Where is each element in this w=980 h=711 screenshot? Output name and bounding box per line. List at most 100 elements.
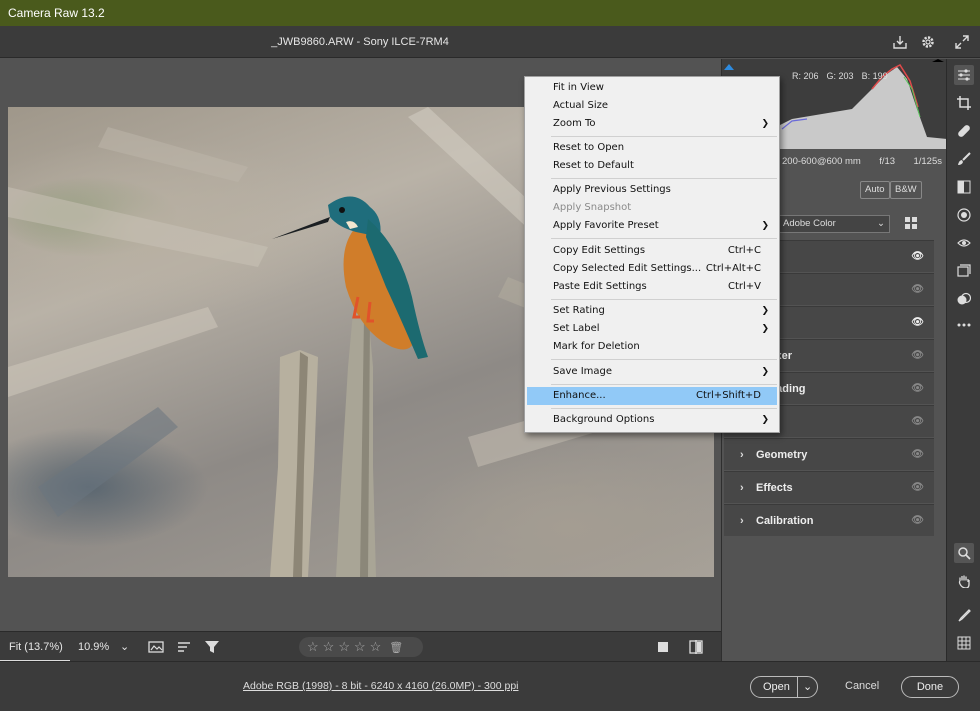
stop-icon[interactable] bbox=[654, 638, 672, 656]
section-label: Calibration bbox=[756, 515, 814, 527]
menu-item-label: Enhance... bbox=[553, 390, 606, 401]
menu-item-fit-in-view[interactable]: Fit in View bbox=[527, 79, 777, 97]
gear-icon[interactable] bbox=[919, 33, 937, 51]
image-compare-icon[interactable] bbox=[147, 638, 165, 656]
download-icon[interactable] bbox=[891, 33, 909, 51]
footer-bar: Adobe RGB (1998) - 8 bit - 6240 x 4160 (… bbox=[0, 661, 980, 711]
eye-icon[interactable]: 👁 bbox=[911, 307, 924, 339]
menu-item-set-rating[interactable]: Set Rating ❯ bbox=[527, 302, 777, 320]
crop-icon[interactable] bbox=[954, 93, 974, 113]
eye-icon[interactable]: 👁 bbox=[911, 472, 924, 504]
chevron-down-icon: ⌄ bbox=[120, 641, 130, 653]
menu-item-label: Reset to Open bbox=[553, 142, 625, 153]
menu-item-background-options[interactable]: Background Options ❯ bbox=[527, 411, 777, 429]
menu-item-label: Set Rating bbox=[553, 305, 605, 316]
panel-section-geometry[interactable]: › Geometry 👁 bbox=[724, 438, 934, 470]
star-icon[interactable]: ☆ bbox=[338, 639, 350, 655]
auto-button[interactable]: Auto bbox=[860, 181, 890, 199]
menu-item-label: Copy Selected Edit Settings... bbox=[553, 263, 702, 274]
more-icon[interactable] bbox=[954, 315, 974, 335]
menu-item-label: Reset to Default bbox=[553, 160, 634, 171]
chevron-right-icon: ❯ bbox=[761, 119, 769, 129]
done-button[interactable]: Done bbox=[901, 676, 959, 698]
star-icon[interactable]: ☆ bbox=[370, 639, 382, 655]
menu-item-copy-edit-settings[interactable]: Copy Edit Settings Ctrl+C bbox=[527, 242, 777, 260]
before-after-icon[interactable] bbox=[687, 638, 705, 656]
file-name: _JWB9860.ARW - Sony ILCE-7RM4 bbox=[271, 36, 449, 48]
healing-brush-icon[interactable] bbox=[954, 121, 974, 141]
menu-item-apply-snapshot: Apply Snapshot bbox=[527, 199, 777, 217]
menu-item-actual-size[interactable]: Actual Size bbox=[527, 97, 777, 115]
rating-stars[interactable]: ☆ ☆ ☆ ☆ ☆ 🗑 bbox=[299, 637, 423, 657]
eye-icon[interactable]: 👁 bbox=[911, 340, 924, 372]
panel-section-calibration[interactable]: › Calibration 👁 bbox=[724, 504, 934, 536]
trash-icon[interactable]: 🗑 bbox=[389, 641, 403, 654]
menu-item-set-label[interactable]: Set Label ❯ bbox=[527, 320, 777, 338]
chevron-right-icon: › bbox=[740, 482, 744, 494]
eye-icon[interactable]: 👁 bbox=[911, 406, 924, 438]
chevron-right-icon: ❯ bbox=[761, 367, 769, 377]
open-button[interactable]: Open ⌄ bbox=[750, 676, 818, 698]
menu-item-mark-for-deletion[interactable]: Mark for Deletion bbox=[527, 338, 777, 356]
menu-item-paste-edit-settings[interactable]: Paste Edit Settings Ctrl+V bbox=[527, 278, 777, 296]
green-readout: G: 203 bbox=[826, 71, 854, 81]
menu-separator bbox=[551, 136, 777, 137]
radial-gradient-icon[interactable] bbox=[954, 205, 974, 225]
red-readout: R: 206 bbox=[792, 71, 819, 81]
star-icon[interactable]: ☆ bbox=[323, 639, 335, 655]
grid-overlay-icon[interactable] bbox=[954, 633, 974, 653]
presets-icon[interactable] bbox=[954, 289, 974, 309]
menu-item-apply-favorite-preset[interactable]: Apply Favorite Preset ❯ bbox=[527, 217, 777, 235]
eye-icon[interactable]: 👁 bbox=[911, 439, 924, 471]
zoom-icon[interactable] bbox=[954, 543, 974, 563]
profile-browser-icon[interactable] bbox=[904, 216, 920, 232]
edit-sliders-icon[interactable] bbox=[954, 65, 974, 85]
shadow-clipping-icon[interactable] bbox=[724, 62, 734, 70]
camera-info: 200-600@600 mm f/13 1/125s bbox=[782, 156, 942, 167]
panel-section-effects[interactable]: › Effects 👁 bbox=[724, 471, 934, 503]
blue-readout: B: 199 bbox=[861, 71, 888, 81]
menu-item-save-image[interactable]: Save Image ❯ bbox=[527, 363, 777, 381]
menu-item-label: Apply Favorite Preset bbox=[553, 220, 659, 231]
eye-icon[interactable]: 👁 bbox=[911, 505, 924, 537]
hand-icon[interactable] bbox=[954, 571, 974, 591]
zoom-level-value: 10.9% bbox=[78, 641, 110, 653]
chevron-down-icon[interactable]: ⌄ bbox=[803, 677, 812, 697]
top-bar: _JWB9860.ARW - Sony ILCE-7RM4 bbox=[0, 26, 980, 58]
menu-shortcut: Ctrl+Alt+C bbox=[705, 263, 761, 274]
menu-separator bbox=[551, 299, 777, 300]
eye-icon[interactable]: 👁 bbox=[911, 274, 924, 306]
workflow-options-link[interactable]: Adobe RGB (1998) - 8 bit - 6240 x 4160 (… bbox=[243, 680, 519, 692]
star-icon[interactable]: ☆ bbox=[354, 639, 366, 655]
zoom-level-dropdown[interactable]: 10.9% ⌄ bbox=[72, 632, 132, 662]
bw-button[interactable]: B&W bbox=[890, 181, 922, 199]
color-sampler-icon[interactable] bbox=[954, 605, 974, 625]
section-label: Effects bbox=[756, 482, 793, 494]
chevron-right-icon: › bbox=[740, 515, 744, 527]
linear-gradient-icon[interactable] bbox=[954, 177, 974, 197]
red-eye-icon[interactable] bbox=[954, 233, 974, 253]
profile-dropdown[interactable]: Adobe Color ⌄ bbox=[778, 215, 890, 233]
eye-icon[interactable]: 👁 bbox=[911, 373, 924, 405]
eye-icon[interactable]: 👁 bbox=[911, 241, 924, 273]
star-icon[interactable]: ☆ bbox=[307, 639, 319, 655]
menu-item-apply-previous[interactable]: Apply Previous Settings bbox=[527, 181, 777, 199]
menu-item-zoom-to[interactable]: Zoom To ❯ bbox=[527, 115, 777, 133]
brush-icon[interactable] bbox=[954, 149, 974, 169]
chevron-down-icon: ⌄ bbox=[877, 218, 885, 229]
expand-icon[interactable] bbox=[953, 33, 971, 51]
menu-item-enhance[interactable]: Enhance... Ctrl+Shift+D bbox=[527, 387, 777, 405]
menu-item-label: Background Options bbox=[553, 414, 655, 425]
chevron-right-icon: ❯ bbox=[761, 415, 769, 425]
zoom-fit-button[interactable]: Fit (13.7%) bbox=[0, 632, 70, 662]
menu-item-reset-to-default[interactable]: Reset to Default bbox=[527, 157, 777, 175]
cancel-button[interactable]: Cancel bbox=[845, 680, 879, 692]
menu-item-label: Mark for Deletion bbox=[553, 341, 640, 352]
menu-item-reset-to-open[interactable]: Reset to Open bbox=[527, 139, 777, 157]
menu-item-copy-selected-edit-settings[interactable]: Copy Selected Edit Settings... Ctrl+Alt+C bbox=[527, 260, 777, 278]
shutter-info: 1/125s bbox=[913, 156, 942, 167]
title-bar: Camera Raw 13.2 bbox=[0, 0, 980, 26]
filter-icon[interactable] bbox=[203, 638, 221, 656]
snapshots-icon[interactable] bbox=[954, 261, 974, 281]
sort-icon[interactable] bbox=[175, 638, 193, 656]
